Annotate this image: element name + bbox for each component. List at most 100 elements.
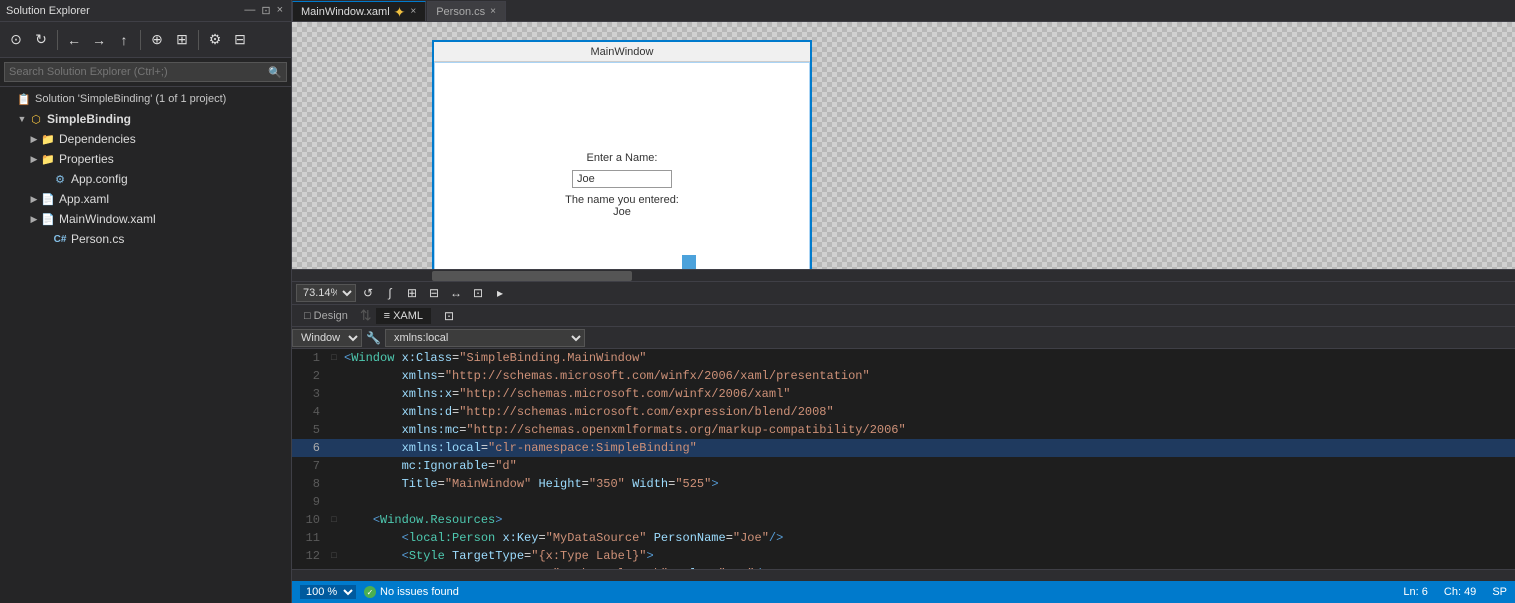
sidebar-title: Solution Explorer xyxy=(6,5,90,17)
zoom-level-select[interactable]: 100 % xyxy=(300,585,356,599)
xaml-options-btn[interactable]: ⊡ xyxy=(439,307,459,325)
settings-button[interactable]: ⚙ xyxy=(203,28,227,52)
design-tab-icon: □ xyxy=(304,310,311,322)
tree-item-appconfig[interactable]: ⚙ App.config xyxy=(0,169,291,189)
designer-half: MainWindow Enter a Name: The name you en… xyxy=(292,22,1515,327)
dependencies-label: Dependencies xyxy=(59,132,136,146)
editor-dropdown-bar: Window 🔧 xmlns:local xyxy=(292,327,1515,349)
design-tab-label: Design xyxy=(314,310,348,322)
editor-line-9: 9 xyxy=(292,493,1515,511)
name-textbox[interactable] xyxy=(572,170,672,188)
copy-button[interactable]: ⊕ xyxy=(145,28,169,52)
status-left: 100 % ✓ No issues found xyxy=(300,585,459,599)
back-button[interactable]: ← xyxy=(62,28,86,52)
enter-name-label: Enter a Name: xyxy=(587,152,658,164)
editor-h-scrollbar[interactable] xyxy=(292,569,1515,581)
zoom-select[interactable]: 73.14% xyxy=(296,284,356,302)
options-button[interactable]: ⊟ xyxy=(228,28,252,52)
design-tab[interactable]: □ Design xyxy=(296,308,356,324)
editor-line-7: 7 mc:Ignorable="d" xyxy=(292,457,1515,475)
tree-item-mainwindow[interactable]: ▶ 📄 MainWindow.xaml xyxy=(0,209,291,229)
formula-btn[interactable]: ∫ xyxy=(380,284,400,302)
window-content: Enter a Name: The name you entered: Joe xyxy=(434,62,810,269)
tree-item-properties[interactable]: ▶ 📁 Properties xyxy=(0,149,291,169)
tree-item-appxaml[interactable]: ▶ 📄 App.xaml xyxy=(0,189,291,209)
close-button[interactable]: × xyxy=(275,4,285,17)
search-input[interactable] xyxy=(5,63,264,81)
sidebar-title-actions: — ⊡ × xyxy=(242,4,285,17)
center-btn[interactable]: ⊡ xyxy=(468,284,488,302)
xaml-tab-label: XAML xyxy=(393,310,423,322)
result-label: The name you entered: Joe xyxy=(565,194,679,218)
grid-btn[interactable]: ⊞ xyxy=(402,284,422,302)
status-encoding: SP xyxy=(1492,586,1507,598)
play-btn[interactable]: ▸ xyxy=(490,284,510,302)
project-arrow: ▼ xyxy=(16,113,28,125)
preview-title: MainWindow xyxy=(591,46,654,58)
tab-bar: MainWindow.xaml ✦ × Person.cs × xyxy=(292,0,1515,22)
tree-item-dependencies[interactable]: ▶ 📁 Dependencies xyxy=(0,129,291,149)
float-button[interactable]: ⊡ xyxy=(259,4,272,17)
solution-tree: 📋 Solution 'SimpleBinding' (1 of 1 proje… xyxy=(0,87,291,603)
project-label: SimpleBinding xyxy=(47,112,131,126)
paste-button[interactable]: ⊞ xyxy=(170,28,194,52)
mainwindow-label: MainWindow.xaml xyxy=(59,212,156,226)
tab-mainwindow-xaml[interactable]: MainWindow.xaml ✦ × xyxy=(292,1,426,21)
solution-explorer-panel: Solution Explorer — ⊡ × ⊙ ↻ ← → ↑ ⊕ ⊞ ⚙ … xyxy=(0,0,292,603)
split-view: MainWindow Enter a Name: The name you en… xyxy=(292,22,1515,603)
scrollbar-thumb[interactable] xyxy=(432,271,632,281)
editor-half: Window 🔧 xmlns:local 1 □ <Window x:Class… xyxy=(292,327,1515,603)
sidebar-toolbar: ⊙ ↻ ← → ↑ ⊕ ⊞ ⚙ ⊟ xyxy=(4,28,252,52)
tab-label-mainwindow: MainWindow.xaml xyxy=(301,6,390,18)
solution-icon: 📋 xyxy=(16,91,32,107)
xaml-tab[interactable]: ≡ XAML xyxy=(376,308,431,324)
appxaml-arrow: ▶ xyxy=(28,193,40,205)
editor-line-1: 1 □ <Window x:Class="SimpleBinding.MainW… xyxy=(292,349,1515,367)
search-box[interactable]: 🔍 xyxy=(4,62,287,82)
person-label: Person.cs xyxy=(71,232,124,246)
snap-btn[interactable]: ⊟ xyxy=(424,284,444,302)
editor-scope-dropdown[interactable]: Window xyxy=(292,329,362,347)
folder-icon2: 📁 xyxy=(40,151,56,167)
project-icon: ⬡ xyxy=(28,111,44,127)
dep-arrow: ▶ xyxy=(28,133,40,145)
fit-btn[interactable]: ↔ xyxy=(446,284,466,302)
properties-label: Properties xyxy=(59,152,114,166)
ok-icon: ✓ xyxy=(364,586,376,598)
tab-close-mainwindow[interactable]: × xyxy=(409,6,417,17)
appxaml-label: App.xaml xyxy=(59,192,109,206)
sync-button[interactable]: ⊙ xyxy=(4,28,28,52)
solution-label: Solution 'SimpleBinding' (1 of 1 project… xyxy=(35,93,226,105)
pin-button[interactable]: — xyxy=(242,4,257,17)
tree-item-project[interactable]: ▼ ⬡ SimpleBinding xyxy=(0,109,291,129)
resize-handle[interactable] xyxy=(682,255,696,269)
config-icon: ⚙ xyxy=(52,171,68,187)
design-canvas[interactable]: MainWindow Enter a Name: The name you en… xyxy=(292,22,1515,269)
modified-indicator: ✦ xyxy=(394,5,406,19)
status-right: Ln: 6 Ch: 49 SP xyxy=(1403,586,1507,598)
cs-icon: C# xyxy=(52,231,68,247)
props-arrow: ▶ xyxy=(28,153,40,165)
editor-line-8: 8 Title="MainWindow" Height="350" Width=… xyxy=(292,475,1515,493)
mainwindow-arrow: ▶ xyxy=(28,213,40,225)
content-area: MainWindow.xaml ✦ × Person.cs × MainWind… xyxy=(292,0,1515,603)
up-button[interactable]: ↑ xyxy=(112,28,136,52)
folder-icon: 📁 xyxy=(40,131,56,147)
editor-line-3: 3 xmlns:x="http://schemas.microsoft.com/… xyxy=(292,385,1515,403)
status-ok-text: No issues found xyxy=(380,586,459,598)
editor-line-6: 6 xmlns:local="clr-namespace:SimpleBindi… xyxy=(292,439,1515,457)
forward-button[interactable]: → xyxy=(87,28,111,52)
tree-item-person[interactable]: C# Person.cs xyxy=(0,229,291,249)
tab-separator: ⇅ xyxy=(360,307,372,324)
editor-member-dropdown[interactable]: xmlns:local xyxy=(385,329,585,347)
status-ok: ✓ No issues found xyxy=(364,586,459,598)
zoom-reset-btn[interactable]: ↺ xyxy=(358,284,378,302)
tab-close-person[interactable]: × xyxy=(489,6,497,17)
tree-item-solution[interactable]: 📋 Solution 'SimpleBinding' (1 of 1 proje… xyxy=(0,89,291,109)
canvas-scrollbar[interactable] xyxy=(292,269,1515,281)
refresh-button[interactable]: ↻ xyxy=(29,28,53,52)
window-preview: MainWindow Enter a Name: The name you en… xyxy=(432,40,812,269)
mainwindow-icon: 📄 xyxy=(40,211,56,227)
tab-person-cs[interactable]: Person.cs × xyxy=(427,1,506,21)
editor-content[interactable]: 1 □ <Window x:Class="SimpleBinding.MainW… xyxy=(292,349,1515,569)
